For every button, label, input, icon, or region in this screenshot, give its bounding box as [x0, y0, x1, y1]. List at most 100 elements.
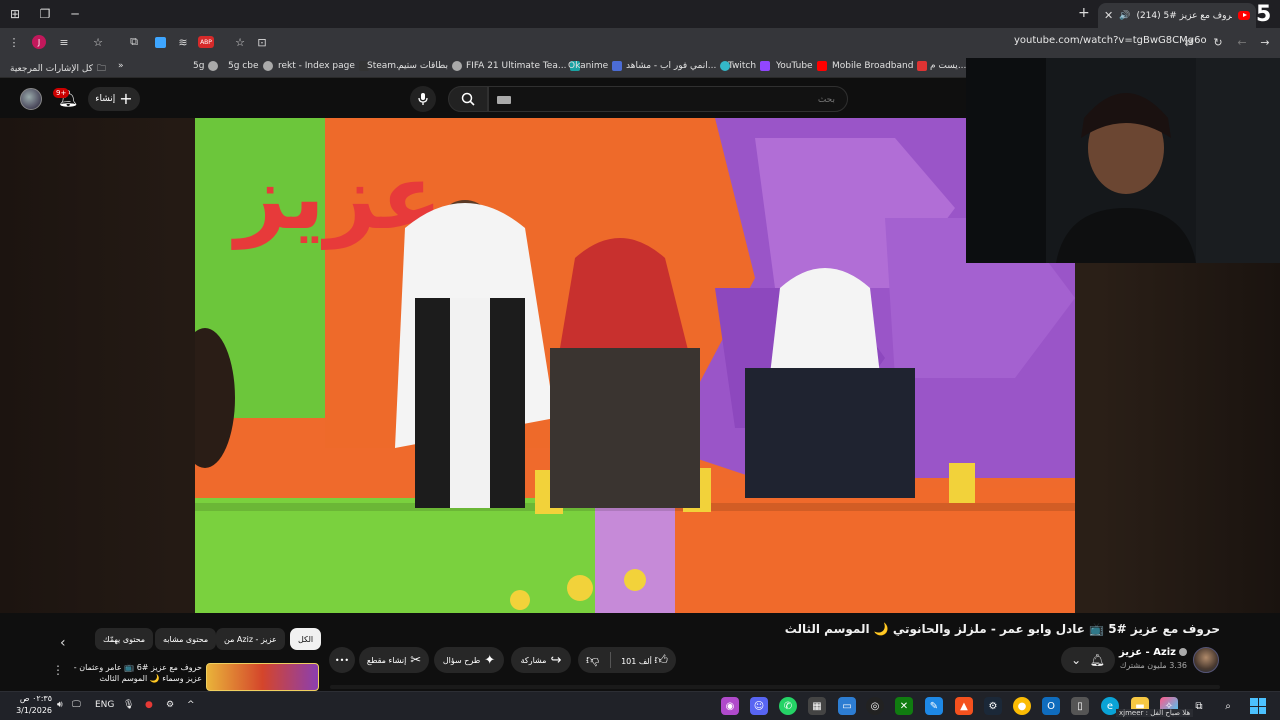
reload-icon[interactable]: ↻	[1210, 34, 1226, 50]
search-input[interactable]	[489, 88, 847, 112]
dislike-button[interactable]: 👎︎	[586, 653, 599, 668]
tray-app-icon[interactable]: ⚙	[166, 700, 174, 710]
all-bookmarks-folder[interactable]: كل الإشارات المرجعية 🗀	[10, 61, 106, 77]
recommendation-menu-icon[interactable]: ⋮	[52, 663, 64, 677]
image-viewer-icon[interactable]: ▭	[838, 697, 856, 715]
outlook-icon[interactable]: O	[1042, 697, 1060, 715]
bookmark-item[interactable]: FIFA 21 Ultimate Tea...	[466, 61, 581, 71]
chat-notification-tooltip: xjmeer : هلا صباح الفل	[1116, 709, 1194, 717]
thumbs-up-icon: 👍︎	[654, 652, 668, 668]
obs-icon[interactable]: ◎	[866, 697, 884, 715]
chip-from-channel[interactable]: من Aziz - عزيز	[216, 628, 285, 650]
reading-list-icon[interactable]: ≡	[56, 34, 72, 50]
like-count: 101 ألف	[621, 656, 652, 666]
back-icon[interactable]: →	[1257, 34, 1273, 50]
bookmark-star-icon[interactable]: ☆	[232, 34, 248, 50]
chevron-down-icon: ⌄	[1071, 653, 1082, 667]
network-icon[interactable]: 🖵	[72, 700, 81, 710]
bookmark-item[interactable]: بطاقات ستيم	[398, 61, 462, 71]
extension-blue-icon[interactable]	[152, 34, 168, 50]
close-tab-icon[interactable]: ✕	[1104, 9, 1113, 22]
bookmark-label: 5g cbe	[228, 61, 259, 71]
show-hidden-icons[interactable]: ^	[187, 700, 195, 710]
start-button[interactable]	[1250, 698, 1266, 714]
chip-similar[interactable]: محتوى مشابه	[155, 628, 217, 650]
globe-icon	[451, 61, 462, 71]
profile-avatar[interactable]: J	[32, 35, 46, 49]
corner-overlay-number: 5	[1256, 2, 1272, 27]
share-button[interactable]: مشاركة ↪	[511, 647, 571, 673]
bookmark-item[interactable]: Mobile Broadband	[832, 61, 928, 71]
recommended-video-thumbnail[interactable]	[206, 663, 319, 691]
language-indicator[interactable]: ENG	[95, 700, 114, 710]
tablet-icon[interactable]: ▯	[1071, 697, 1089, 715]
bookmark-item[interactable]: يست م...	[930, 61, 966, 71]
verified-badge-icon	[1179, 648, 1187, 656]
more-actions-button[interactable]: •••	[329, 647, 355, 673]
video-title: حروف مع عزيز #5 📺 عادل وابو عمر - ملزلز …	[784, 622, 1220, 636]
forward-icon[interactable]: ←	[1234, 34, 1250, 50]
clock[interactable]: ٠٢:٣٥ ص 3/1/2026	[12, 693, 52, 717]
xbox-icon[interactable]: ✕	[895, 697, 913, 715]
site-settings-icon[interactable]: ⇄	[1181, 34, 1197, 50]
keyboard-icon[interactable]	[497, 96, 511, 104]
video-scene-image: عزيز	[195, 118, 1075, 613]
favorites-icon[interactable]: ☆	[90, 34, 106, 50]
channel-name[interactable]: Aziz - عزيز	[1119, 647, 1187, 658]
globe-icon	[262, 61, 273, 71]
minimize-window-icon[interactable]: ─	[60, 0, 90, 28]
clip-button[interactable]: إنشاء مقطع ✂	[359, 647, 429, 673]
discord-icon[interactable]: ☺	[750, 697, 768, 715]
browser-toolbar: ⋮ J ≡ ☆ ⧉ ≋ ABP ☆ ⊡ youtube.com/watch?v=…	[0, 28, 1280, 56]
browser-tab-active[interactable]: ✕ 🔊 (214) حروف مع عزيز #5 📺	[1098, 3, 1256, 28]
bookmark-item[interactable]: 5g cbe	[228, 61, 273, 71]
chip-all[interactable]: الكل	[290, 628, 322, 650]
bookmark-item[interactable]: Twitch	[728, 61, 771, 71]
taskbar-app-purple-icon[interactable]: ◉	[721, 697, 739, 715]
bookmark-item[interactable]: rekt - Index page	[278, 61, 369, 71]
channel-avatar[interactable]	[1193, 647, 1219, 673]
taskbar-app-icon[interactable]: ▦	[808, 697, 826, 715]
kebab-menu-icon[interactable]: ⋮	[6, 34, 22, 50]
chat-app-icon[interactable]: ✎	[925, 697, 943, 715]
scissors-icon: ✂	[410, 652, 422, 668]
bookmark-item[interactable]: انمي فور اب - مشاهد...	[626, 61, 731, 71]
taskbar-search-icon[interactable]: ⌕	[1219, 697, 1237, 715]
brave-icon[interactable]: ▲	[955, 697, 973, 715]
install-app-icon[interactable]: ⊡	[254, 34, 270, 50]
ask-button[interactable]: طرح سؤال ✦	[434, 647, 504, 673]
chip-for-you[interactable]: محتوى يهمّك	[95, 628, 154, 650]
bookmark-label: YouTube	[776, 61, 813, 71]
voice-search-button[interactable]	[410, 86, 436, 112]
chrome-icon[interactable]: ●	[1013, 697, 1031, 715]
search-button[interactable]	[448, 86, 488, 112]
chevron-left-icon[interactable]: ‹	[60, 635, 66, 651]
new-tab-button[interactable]: +	[1078, 5, 1090, 21]
mute-tab-icon[interactable]: 🔊	[1119, 11, 1130, 21]
bookmark-item[interactable]: Okanime	[568, 61, 623, 71]
whatsapp-icon[interactable]: ✆	[779, 697, 797, 715]
recommended-video-title[interactable]: حروف مع عزيز #6 📺 عامر وعثمان - عزيز وسم…	[70, 662, 202, 684]
like-button[interactable]: 101 ألف 👍︎	[621, 653, 668, 668]
extensions-icon[interactable]: ⧉	[126, 34, 142, 50]
share-icon: ↪	[550, 652, 562, 668]
mic-muted-icon[interactable]: ●	[145, 700, 153, 710]
volume-icon[interactable]: 🔊︎	[57, 700, 63, 710]
subscription-bell-button[interactable]: ⌄ 🔔︎	[1061, 647, 1115, 673]
sparkle-icon: ✦	[484, 652, 496, 668]
bookmark-item[interactable]: 5g	[193, 61, 219, 71]
video-frame[interactable]: عزيز	[195, 118, 1075, 613]
extension-wave-icon[interactable]: ≋	[175, 34, 191, 50]
account-avatar[interactable]	[20, 88, 42, 110]
address-bar[interactable]: youtube.com/watch?v=tgBwG8CMg6o	[1014, 35, 1207, 46]
like-dislike-group: 👎︎ 101 ألف 👍︎	[578, 647, 676, 673]
adblock-icon[interactable]: ABP	[198, 36, 214, 48]
window-menu-icon[interactable]: ⊞	[0, 0, 30, 28]
create-button[interactable]: إنشاء +	[88, 87, 140, 111]
steam-icon[interactable]: ⚙	[984, 697, 1002, 715]
microphone-tray-icon[interactable]: 🎙︎	[123, 700, 134, 710]
bookmarks-overflow-icon[interactable]: »	[118, 61, 124, 71]
bookmark-item[interactable]: YouTube	[776, 61, 827, 71]
search-field[interactable]	[488, 86, 848, 112]
restore-window-icon[interactable]: ❐	[30, 0, 60, 28]
